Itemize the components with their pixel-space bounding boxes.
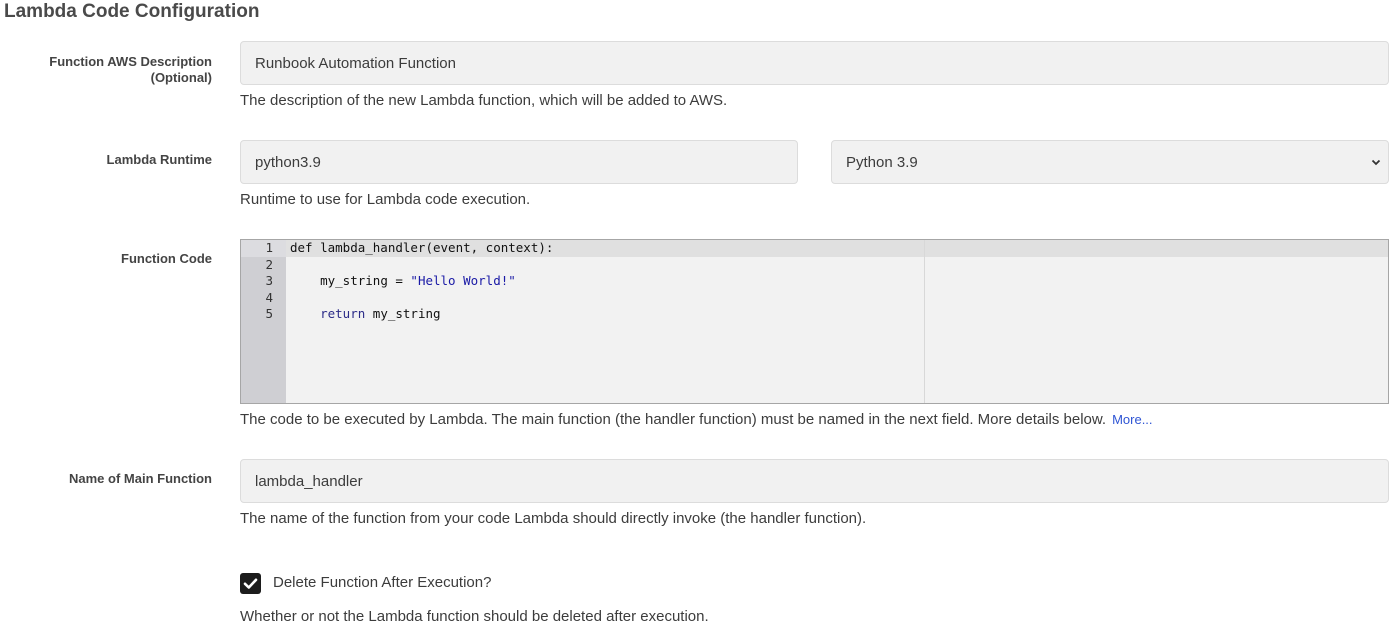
checkmark-icon	[243, 578, 258, 589]
description-label-optional: (Optional)	[150, 70, 212, 85]
line-number: 2	[265, 256, 273, 272]
runtime-input-value: python3.9	[255, 153, 321, 171]
code-keyword: return	[320, 306, 366, 321]
line-number: 4	[265, 289, 273, 305]
delete-after-checkbox[interactable]	[240, 573, 261, 594]
runtime-select-value: Python 3.9	[846, 153, 918, 171]
code-line: return my_string	[290, 306, 441, 323]
section-title: Lambda Code Configuration	[4, 1, 260, 22]
description-label-text: Function AWS Description	[49, 54, 212, 69]
runtime-select[interactable]: Python 3.9	[831, 140, 1389, 184]
line-number: 3	[265, 273, 273, 288]
description-input[interactable]: Runbook Automation Function	[240, 41, 1389, 85]
delete-after-label[interactable]: Delete Function After Execution?	[273, 574, 491, 592]
runtime-input[interactable]: python3.9	[240, 140, 798, 184]
line-number: 1	[265, 240, 273, 255]
description-help: The description of the new Lambda functi…	[240, 92, 728, 109]
code-variable: my_string	[320, 273, 388, 288]
code-line: def lambda_handler(event, context):	[290, 240, 553, 257]
main-function-help: The name of the function from your code …	[240, 510, 867, 527]
chevron-down-icon	[1371, 159, 1381, 166]
main-function-input-value: lambda_handler	[255, 472, 363, 490]
runtime-help: Runtime to use for Lambda code execution…	[240, 191, 531, 208]
description-input-value: Runbook Automation Function	[255, 54, 456, 72]
description-label: Function AWS Description (Optional)	[49, 54, 212, 86]
main-function-label: Name of Main Function	[69, 471, 212, 486]
code-line: my_string = "Hello World!"	[290, 273, 516, 290]
delete-after-help: Whether or not the Lambda function shoul…	[240, 608, 709, 625]
code-string: "Hello World!"	[410, 273, 516, 288]
line-number: 5	[265, 306, 273, 321]
code-editor[interactable]: 1 2 3 4 5 def lambda_handler(event, cont…	[240, 239, 1389, 404]
code-help-text: The code to be executed by Lambda. The m…	[240, 411, 1107, 428]
main-function-input[interactable]: lambda_handler	[240, 459, 1389, 503]
code-operator: =	[387, 273, 411, 288]
code-text: def lambda_handler(event, context):	[290, 240, 554, 255]
code-help: The code to be executed by Lambda. The m…	[240, 411, 1153, 429]
code-text: my_string	[365, 306, 441, 321]
runtime-label: Lambda Runtime	[106, 152, 212, 167]
code-label: Function Code	[121, 251, 212, 266]
print-margin	[924, 240, 925, 403]
more-link[interactable]: More...	[1112, 412, 1152, 427]
